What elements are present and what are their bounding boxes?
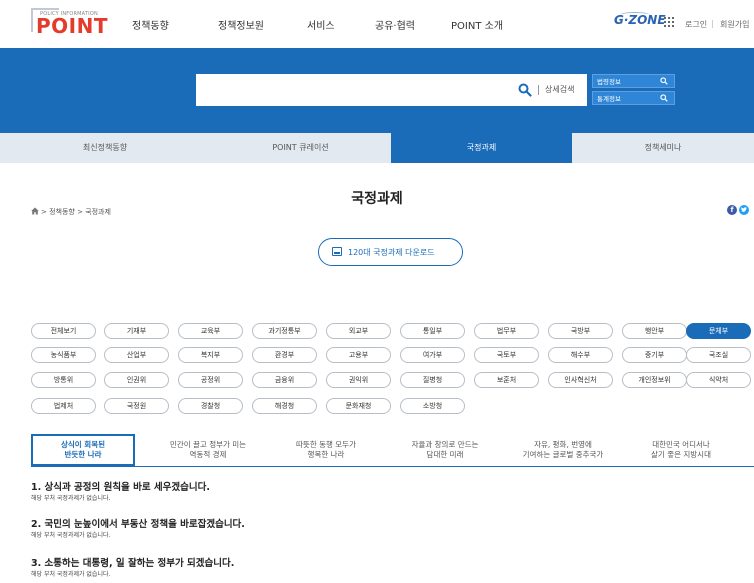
page-title: 국정과제 xyxy=(351,191,403,207)
ministry-filter-button[interactable]: 해수부 xyxy=(548,347,613,363)
ministry-filter-button[interactable]: 인권위 xyxy=(104,372,169,388)
grid-icon[interactable] xyxy=(664,17,674,27)
download-icon xyxy=(332,247,342,256)
ministry-filter-button[interactable]: 문화재청 xyxy=(326,398,391,414)
ministry-filter-button[interactable]: 통일부 xyxy=(400,323,465,339)
nav-policy-info[interactable]: 정책정보원 xyxy=(218,17,264,32)
category-tab-line2: 살기 좋은 지방시대 xyxy=(651,450,711,459)
ministry-filter-button[interactable]: 보훈처 xyxy=(474,372,539,388)
ministry-filter-button[interactable]: 개인정보위 xyxy=(622,372,687,388)
ministry-filter-button[interactable]: 외교부 xyxy=(326,323,391,339)
ministry-filter-button[interactable]: 방통위 xyxy=(31,372,96,388)
category-tab-line1: 민간이 끌고 정부가 미는 xyxy=(169,440,247,449)
ministry-filter-button[interactable]: 환경부 xyxy=(252,347,317,363)
category-tab-line2: 역동적 경제 xyxy=(189,450,227,459)
login-link[interactable]: 로그인 xyxy=(685,19,707,30)
agenda-section-title[interactable]: 2. 국민의 눈높이에서 부동산 정책을 바로잡겠습니다. xyxy=(31,516,245,530)
category-tab-line1: 대한민국 어디서나 xyxy=(652,440,710,449)
ministry-filter-button[interactable]: 교육부 xyxy=(178,323,243,339)
ministry-filter-button[interactable]: 문체부 xyxy=(686,323,751,339)
agenda-section-note: 해당 부처 국정과제가 없습니다. xyxy=(31,571,111,578)
category-underline xyxy=(31,466,754,467)
ministry-filter-button[interactable]: 식약처 xyxy=(686,372,751,388)
agenda-category-tab[interactable]: 자유, 평화, 번영에 기여하는 글로벌 중추국가 xyxy=(504,434,622,466)
gzone-logo[interactable]: G·ZONE xyxy=(614,13,666,27)
ministry-filter-button[interactable]: 경찰청 xyxy=(178,398,243,414)
join-link[interactable]: 회원가입 xyxy=(720,19,749,30)
stats-info-search[interactable]: 통계정보 xyxy=(592,91,675,105)
agenda-section-title[interactable]: 3. 소통하는 대통령, 일 잘하는 정부가 되겠습니다. xyxy=(31,555,234,569)
agenda-category-tab[interactable]: 민간이 끌고 정부가 미는 역동적 경제 xyxy=(149,434,267,466)
category-tab-line2: 기여하는 글로벌 중추국가 xyxy=(522,450,604,459)
ministry-filter-button[interactable]: 산업부 xyxy=(104,347,169,363)
category-tab-line1: 상식이 회복된 xyxy=(60,440,105,449)
nav-services[interactable]: 서비스 xyxy=(307,17,335,32)
search-icon[interactable] xyxy=(518,83,532,97)
ministry-filter-button[interactable]: 중기부 xyxy=(622,347,687,363)
ministry-filter-button[interactable]: 국조실 xyxy=(686,347,751,363)
ministry-filter-button[interactable]: 소방청 xyxy=(400,398,465,414)
ministry-filter-button[interactable]: 과기정통부 xyxy=(252,323,317,339)
agenda-section-note: 해당 부처 국정과제가 없습니다. xyxy=(31,532,111,539)
search-banner: 상세검색 법령정보 통계정보 xyxy=(0,48,754,133)
ministry-filter-button[interactable]: 국토부 xyxy=(474,347,539,363)
ministry-filter-button[interactable]: 공정위 xyxy=(178,372,243,388)
ministry-filter-button[interactable]: 국방부 xyxy=(548,323,613,339)
nav-share-cooperation[interactable]: 공유·협력 xyxy=(375,17,415,32)
download-label: 120대 국정과제 다운로드 xyxy=(348,248,435,257)
ministry-filter-button[interactable]: 인사혁신처 xyxy=(548,372,613,388)
category-tab-line2: 반듯한 나라 xyxy=(64,450,102,459)
ministry-filter-button[interactable]: 법무부 xyxy=(474,323,539,339)
ministry-filter-button[interactable]: 법제처 xyxy=(31,398,96,414)
facebook-icon[interactable]: f xyxy=(727,205,737,215)
advanced-search-link[interactable]: 상세검색 xyxy=(545,84,574,95)
home-icon[interactable] xyxy=(31,207,39,215)
ministry-filter-button[interactable]: 금융위 xyxy=(252,372,317,388)
nav-point-about[interactable]: POINT 소개 xyxy=(451,17,503,32)
agenda-section-note: 해당 부처 국정과제가 없습니다. xyxy=(31,495,111,502)
agenda-category-tab[interactable]: 자율과 창의로 만드는 담대한 미래 xyxy=(386,434,504,466)
tab-point-curation[interactable]: POINT 큐레이션 xyxy=(210,133,391,163)
tab-national-agenda[interactable]: 국정과제 xyxy=(391,133,572,163)
agenda-category-tab[interactable]: 상식이 회복된 반듯한 나라 xyxy=(31,434,135,466)
section-tabs: 최신정책동향 POINT 큐레이션 국정과제 정책세미나 xyxy=(0,133,754,163)
ministry-filter-button[interactable]: 복지부 xyxy=(178,347,243,363)
ministry-filter-button[interactable]: 행안부 xyxy=(622,323,687,339)
tab-latest-trends[interactable]: 최신정책동향 xyxy=(0,133,210,163)
toplinks-separator: | xyxy=(711,19,714,28)
agenda-category-tab[interactable]: 대한민국 어디서나 살기 좋은 지방시대 xyxy=(622,434,740,466)
ministry-filter-button[interactable]: 권익위 xyxy=(326,372,391,388)
search-input[interactable]: 상세검색 xyxy=(196,74,587,106)
ministry-filter-button[interactable]: 고용부 xyxy=(326,347,391,363)
agenda-download-button[interactable]: 120대 국정과제 다운로드 xyxy=(318,238,463,266)
agenda-category-tab[interactable]: 따뜻한 동행 모두가 행복한 나라 xyxy=(267,434,385,466)
law-info-label: 법령정보 xyxy=(597,78,621,86)
ministry-filter-button[interactable]: 해경청 xyxy=(252,398,317,414)
tab-policy-seminar[interactable]: 정책세미나 xyxy=(572,133,754,163)
category-tab-line1: 자율과 창의로 만드는 xyxy=(411,440,479,449)
breadcrumb: > 정책동향 > 국정과제 xyxy=(31,207,111,217)
ministry-filter-button[interactable]: 농식품부 xyxy=(31,347,96,363)
point-logo[interactable]: POLICY INFORMATION POINT xyxy=(31,8,107,38)
category-tab-line1: 따뜻한 동행 모두가 xyxy=(296,440,356,449)
law-info-search[interactable]: 법령정보 xyxy=(592,74,675,88)
top-header: POLICY INFORMATION POINT 정책동향 정책정보원 서비스 … xyxy=(0,0,754,48)
agenda-section-title[interactable]: 1. 상식과 공정의 원칙을 바로 세우겠습니다. xyxy=(31,479,210,493)
twitter-icon[interactable] xyxy=(739,205,749,215)
search-icon[interactable] xyxy=(660,94,668,102)
nav-policy-trends[interactable]: 정책동향 xyxy=(132,17,169,32)
breadcrumb-path: > 정책동향 > 국정과제 xyxy=(41,208,111,216)
category-tab-line1: 자유, 평화, 번영에 xyxy=(534,440,592,449)
category-tab-line2: 담대한 미래 xyxy=(426,450,464,459)
logo-text: POINT xyxy=(36,14,108,38)
search-divider xyxy=(538,85,539,95)
search-icon[interactable] xyxy=(660,77,668,85)
ministry-filter-button[interactable]: 여가부 xyxy=(400,347,465,363)
ministry-filter-button[interactable]: 질병청 xyxy=(400,372,465,388)
ministry-filter-button[interactable]: 전체보기 xyxy=(31,323,96,339)
ministry-filter-button[interactable]: 국정원 xyxy=(104,398,169,414)
ministry-filter-button[interactable]: 기재부 xyxy=(104,323,169,339)
stats-info-label: 통계정보 xyxy=(597,95,621,103)
category-tab-line2: 행복한 나라 xyxy=(307,450,345,459)
